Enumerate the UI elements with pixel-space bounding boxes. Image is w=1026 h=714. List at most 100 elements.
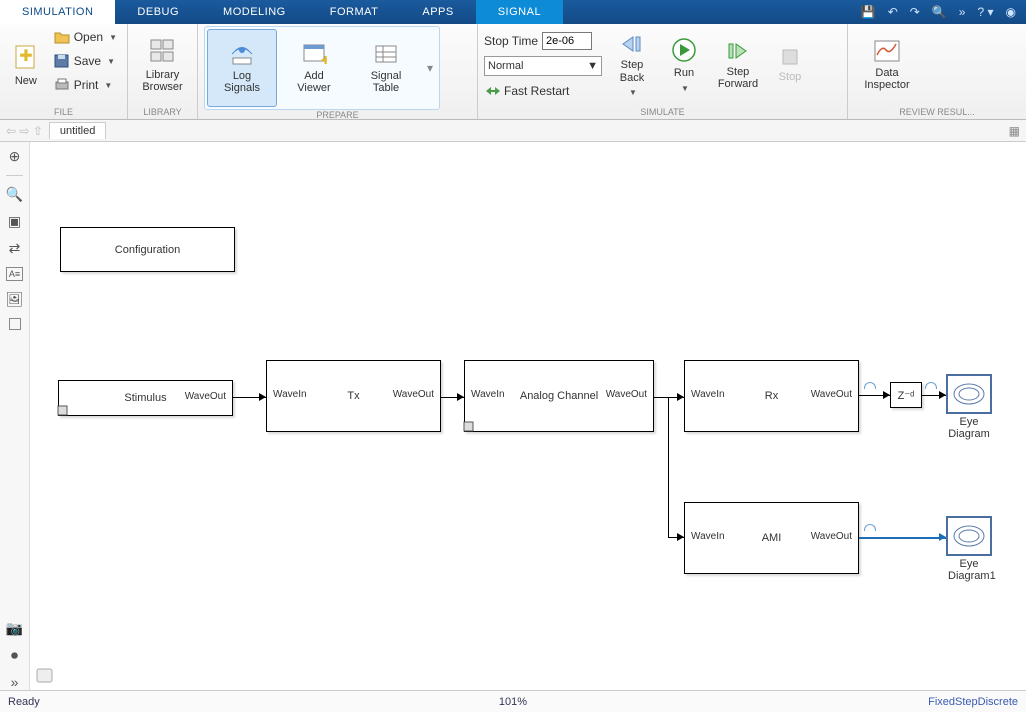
- save-button[interactable]: Save▼: [50, 50, 121, 72]
- eye-diagram-icon: [951, 380, 987, 408]
- redo-icon[interactable]: ↷: [910, 5, 920, 19]
- data-inspector-icon: [873, 39, 901, 63]
- step-forward-button[interactable]: Step Forward: [712, 26, 764, 104]
- print-label: Print: [74, 78, 99, 92]
- hide-toolstrip-icon[interactable]: ▦: [1009, 124, 1020, 138]
- status-solver[interactable]: FixedStepDiscrete: [928, 696, 1018, 708]
- open-button[interactable]: Open▼: [50, 26, 121, 48]
- block-ami[interactable]: WaveIn AMI WaveOut: [684, 502, 859, 574]
- fit-icon[interactable]: ▣: [8, 213, 21, 230]
- block-eye-diagram1-label: Eye Diagram1: [948, 558, 990, 582]
- save-disk-icon: [54, 54, 70, 68]
- block-analog-channel[interactable]: WaveIn Analog Channel WaveOut: [464, 360, 654, 432]
- library-browser-label: Library Browser: [142, 69, 182, 93]
- block-delay[interactable]: Z⁻ᵈ: [890, 382, 922, 408]
- section-simulate: Stop Time Normal▼ Fast Restart Step Back…: [478, 24, 848, 119]
- help-icon[interactable]: ? ▾: [977, 5, 993, 19]
- library-icon: [149, 37, 177, 65]
- section-review-label: REVIEW RESUL...: [854, 107, 1020, 119]
- status-zoom[interactable]: 101%: [499, 696, 527, 708]
- tab-modeling[interactable]: MODELING: [201, 0, 308, 24]
- section-simulate-label: SIMULATE: [484, 107, 841, 119]
- prepare-gallery-expand[interactable]: ▾: [423, 29, 437, 107]
- record-icon[interactable]: ⏺: [11, 647, 18, 664]
- arrowhead-icon: [939, 391, 946, 399]
- model-badge-icon[interactable]: [36, 668, 54, 684]
- prepare-gallery: Log Signals ✚ Add Viewer Signal Table ▾: [204, 26, 440, 110]
- canvas[interactable]: Configuration Stimulus WaveOut WaveIn Tx…: [30, 142, 1026, 690]
- new-button[interactable]: ✚ New: [6, 26, 46, 104]
- tab-format[interactable]: FORMAT: [308, 0, 401, 24]
- run-icon: [670, 37, 698, 63]
- print-button[interactable]: Print▼: [50, 74, 121, 96]
- nav-back-icon[interactable]: ⇦: [6, 124, 16, 138]
- add-viewer-icon: ✚: [301, 42, 327, 66]
- save-icon[interactable]: 💾: [861, 5, 876, 19]
- step-back-icon: [619, 33, 645, 55]
- nav-arrows: ⇦ ⇨ ⇧: [6, 124, 43, 138]
- block-stimulus[interactable]: Stimulus WaveOut: [58, 380, 233, 416]
- fast-restart-button[interactable]: Fast Restart: [504, 84, 569, 98]
- palette-bar: ⊕ 🔍 ▣ ⇄ A≡ 🖼 📷 ⏺ »: [0, 142, 30, 690]
- signal-table-button[interactable]: Signal Table: [351, 29, 421, 107]
- step-forward-icon: [725, 40, 751, 62]
- port-channel-out: WaveOut: [606, 389, 647, 400]
- expand-icon[interactable]: »: [959, 5, 966, 19]
- quick-access-toolbar: 💾 ↶ ↷ 🔍 » ? ▾ ◉: [851, 0, 1026, 24]
- block-rx-label: Rx: [765, 390, 778, 402]
- mask-icon: [57, 405, 69, 417]
- block-channel-label: Analog Channel: [520, 390, 598, 402]
- library-browser-button[interactable]: Library Browser: [134, 26, 191, 104]
- toolstrip-tabs: SIMULATION DEBUG MODELING FORMAT APPS SI…: [0, 0, 1026, 24]
- model-tab[interactable]: untitled: [49, 122, 106, 139]
- tab-debug[interactable]: DEBUG: [115, 0, 201, 24]
- simulation-mode-select[interactable]: Normal▼: [484, 56, 602, 76]
- block-eye-diagram1[interactable]: Eye Diagram1: [946, 516, 992, 556]
- step-forward-label: Step Forward: [718, 66, 758, 90]
- mask-icon: [463, 421, 475, 433]
- fullscreen-icon[interactable]: ◉: [1006, 5, 1016, 19]
- step-back-button[interactable]: Step Back ▼: [608, 26, 656, 104]
- port-rx-in: WaveIn: [691, 389, 725, 400]
- port-ami-in: WaveIn: [691, 531, 725, 542]
- section-file-label: FILE: [6, 107, 121, 119]
- block-eye-diagram-label: Eye Diagram: [948, 416, 990, 440]
- tab-apps[interactable]: APPS: [400, 0, 475, 24]
- nav-up-icon[interactable]: ⇧: [33, 124, 43, 138]
- nav-forward-icon[interactable]: ⇨: [19, 124, 29, 138]
- add-viewer-button[interactable]: ✚ Add Viewer: [279, 29, 349, 107]
- data-inspector-button[interactable]: Data Inspector: [854, 26, 920, 104]
- sample-time-icon[interactable]: ⇄: [9, 240, 21, 257]
- block-ami-label: AMI: [762, 532, 782, 544]
- tab-simulation[interactable]: SIMULATION: [0, 0, 115, 24]
- port-rx-out: WaveOut: [811, 389, 852, 400]
- run-button[interactable]: Run ▼: [662, 26, 706, 104]
- svg-text:✚: ✚: [19, 48, 32, 65]
- section-library-label: LIBRARY: [134, 107, 191, 119]
- fit-to-view-icon[interactable]: ⊕: [9, 148, 21, 165]
- tab-signal[interactable]: SIGNAL: [476, 0, 563, 24]
- stop-button[interactable]: Stop: [770, 26, 810, 104]
- undo-icon[interactable]: ↶: [888, 5, 898, 19]
- block-eye-diagram[interactable]: Eye Diagram: [946, 374, 992, 414]
- arrowhead-icon: [883, 391, 890, 399]
- area-icon[interactable]: [9, 318, 21, 330]
- block-rx[interactable]: WaveIn Rx WaveOut: [684, 360, 859, 432]
- zoom-icon[interactable]: 🔍: [6, 186, 23, 203]
- block-configuration[interactable]: Configuration: [60, 227, 235, 272]
- screenshot-icon[interactable]: 📷: [6, 620, 23, 637]
- image-icon[interactable]: 🖼: [6, 291, 24, 308]
- explorer-bar: ⇦ ⇨ ⇧ untitled ▦: [0, 120, 1026, 142]
- toolstrip: ✚ New Open▼ Save▼ Print▼ FILE: [0, 24, 1026, 120]
- log-signals-button[interactable]: Log Signals: [207, 29, 277, 107]
- stop-time-input[interactable]: [542, 32, 592, 50]
- open-icon: [54, 30, 70, 44]
- work-area: ⊕ 🔍 ▣ ⇄ A≡ 🖼 📷 ⏺ » Configuration Stimulu…: [0, 142, 1026, 690]
- signal-logging-badge: [864, 382, 876, 392]
- search-icon[interactable]: 🔍: [932, 5, 947, 19]
- annotation-icon[interactable]: A≡: [6, 267, 23, 281]
- signal-logging-badge: [925, 382, 937, 392]
- more-icon[interactable]: »: [11, 674, 19, 690]
- block-tx[interactable]: WaveIn Tx WaveOut: [266, 360, 441, 432]
- block-delay-label: Z⁻ᵈ: [898, 389, 915, 402]
